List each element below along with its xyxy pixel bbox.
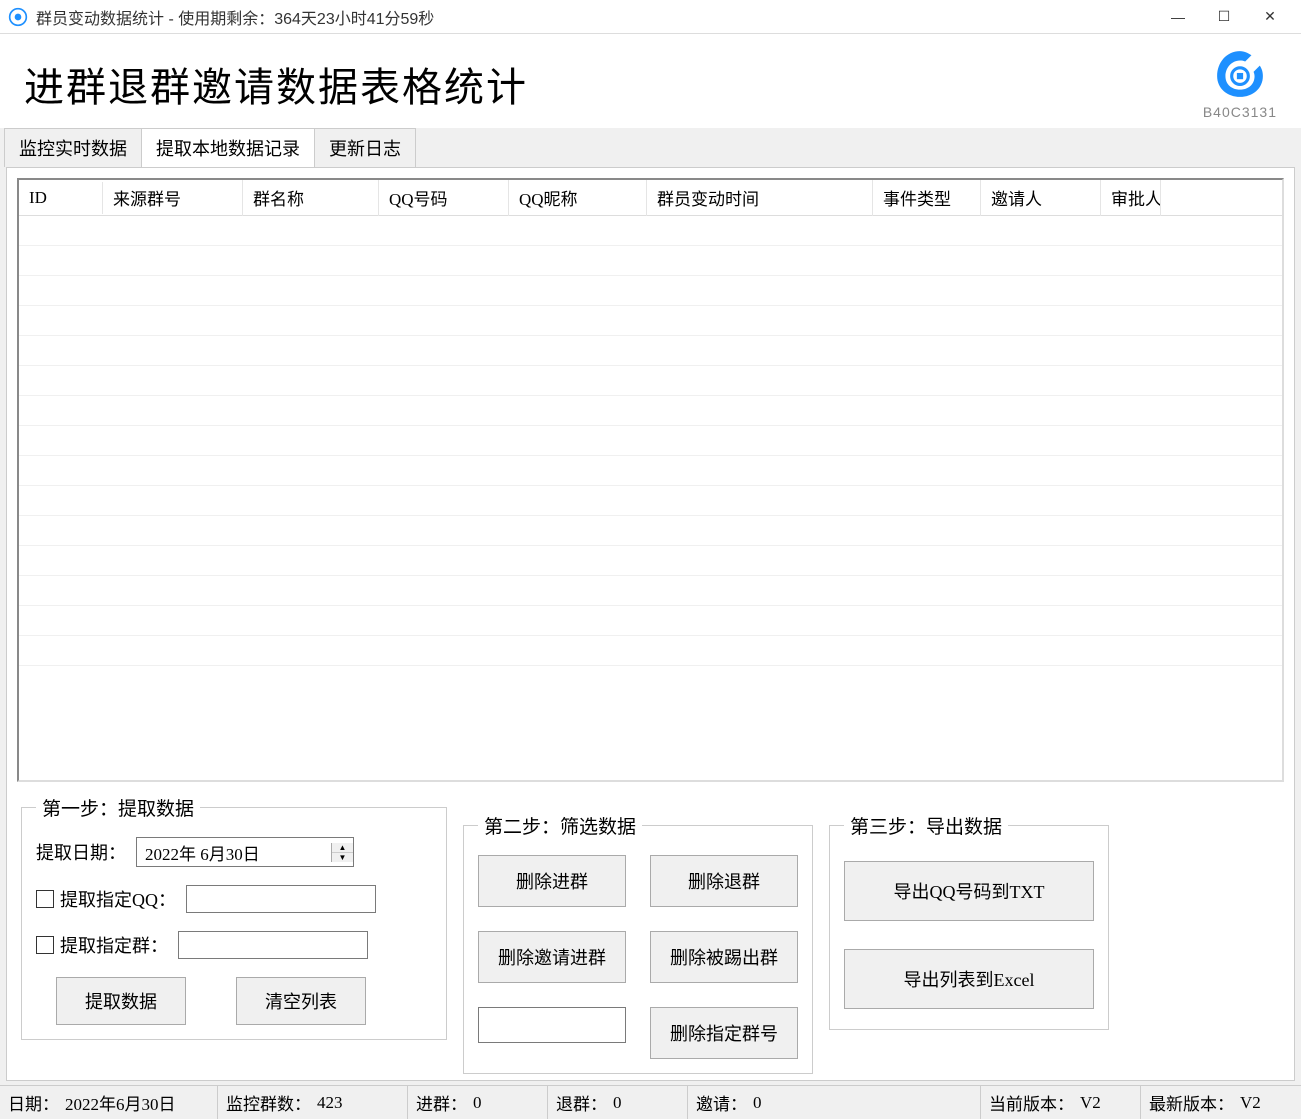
header: 进群退群邀请数据表格统计 B40C3131 xyxy=(0,34,1301,128)
step2-legend: 第二步：筛选数据 xyxy=(478,812,642,839)
status-join-label: 进群： xyxy=(416,1090,467,1115)
group-input[interactable] xyxy=(178,931,368,959)
status-join-value: 0 xyxy=(473,1093,482,1113)
window-title: 群员变动数据统计 - 使用期剩余：364天23小时41分59秒 xyxy=(36,5,1155,29)
table-row xyxy=(19,576,1282,606)
step3-panel: 第三步：导出数据 导出QQ号码到TXT 导出列表到Excel xyxy=(829,812,1109,1030)
brand-icon xyxy=(1214,48,1266,100)
table-row xyxy=(19,606,1282,636)
extract-button[interactable]: 提取数据 xyxy=(56,977,186,1025)
date-spin-down-icon[interactable]: ▼ xyxy=(332,853,353,862)
status-leave-label: 退群： xyxy=(556,1090,607,1115)
status-date-label: 日期： xyxy=(8,1090,59,1115)
table-column-header[interactable]: 事件类型 xyxy=(873,179,981,216)
step1-legend: 第一步：提取数据 xyxy=(36,794,200,821)
table-row xyxy=(19,636,1282,666)
table-row xyxy=(19,306,1282,336)
tab-local-records[interactable]: 提取本地数据记录 xyxy=(141,128,315,167)
step3-legend: 第三步：导出数据 xyxy=(844,812,1008,839)
table-row xyxy=(19,546,1282,576)
qq-input[interactable] xyxy=(186,885,376,913)
delete-group-button[interactable]: 删除指定群号 xyxy=(650,1007,798,1059)
table-column-header[interactable]: 邀请人 xyxy=(981,179,1101,216)
table-row xyxy=(19,246,1282,276)
maximize-button[interactable]: ☐ xyxy=(1201,2,1247,32)
table-row xyxy=(19,516,1282,546)
status-newver-label: 最新版本： xyxy=(1149,1090,1234,1115)
table-row xyxy=(19,336,1282,366)
delete-join-button[interactable]: 删除进群 xyxy=(478,855,626,907)
tab-realtime[interactable]: 监控实时数据 xyxy=(4,128,142,167)
close-button[interactable]: ✕ xyxy=(1247,2,1293,32)
checkbox-group-label: 提取指定群： xyxy=(60,932,168,958)
status-date-value: 2022年6月30日 xyxy=(65,1090,176,1115)
delete-leave-button[interactable]: 删除退群 xyxy=(650,855,798,907)
checkbox-group[interactable]: 提取指定群： xyxy=(36,932,168,958)
status-leave-value: 0 xyxy=(613,1093,622,1113)
table-row xyxy=(19,216,1282,246)
app-icon xyxy=(8,7,28,27)
brand-code: B40C3131 xyxy=(1203,104,1277,120)
table-column-header[interactable]: QQ昵称 xyxy=(509,179,647,216)
brand: B40C3131 xyxy=(1203,48,1277,120)
date-value: 2022年 6月30日 xyxy=(137,840,331,865)
checkbox-box-icon xyxy=(36,890,54,908)
table-row xyxy=(19,456,1282,486)
status-newver-value: V2 xyxy=(1240,1093,1261,1113)
delete-invite-button[interactable]: 删除邀请进群 xyxy=(478,931,626,983)
tabs: 监控实时数据 提取本地数据记录 更新日志 xyxy=(0,128,1301,167)
table-header: ID来源群号群名称QQ号码QQ昵称群员变动时间事件类型邀请人审批人 xyxy=(19,180,1282,216)
status-invite-value: 0 xyxy=(753,1093,762,1113)
tab-changelog[interactable]: 更新日志 xyxy=(314,128,416,167)
table-column-header[interactable]: 群名称 xyxy=(243,179,379,216)
status-invite-label: 邀请： xyxy=(696,1090,747,1115)
status-monitor-value: 423 xyxy=(317,1093,343,1113)
step1-panel: 第一步：提取数据 提取日期： 2022年 6月30日 ▲ ▼ 提取指定QQ： xyxy=(21,794,447,1040)
group-number-input[interactable] xyxy=(478,1007,626,1043)
clear-list-button[interactable]: 清空列表 xyxy=(236,977,366,1025)
date-spin-up-icon[interactable]: ▲ xyxy=(332,843,353,853)
delete-kicked-button[interactable]: 删除被踢出群 xyxy=(650,931,798,983)
data-table: ID来源群号群名称QQ号码QQ昵称群员变动时间事件类型邀请人审批人 xyxy=(17,178,1284,782)
minimize-button[interactable]: — xyxy=(1155,2,1201,32)
status-monitor-label: 监控群数： xyxy=(226,1090,311,1115)
export-excel-button[interactable]: 导出列表到Excel xyxy=(844,949,1094,1009)
export-txt-button[interactable]: 导出QQ号码到TXT xyxy=(844,861,1094,921)
table-column-header[interactable]: 来源群号 xyxy=(103,179,243,216)
table-row xyxy=(19,396,1282,426)
content: ID来源群号群名称QQ号码QQ昵称群员变动时间事件类型邀请人审批人 第一步：提取… xyxy=(6,167,1295,1081)
titlebar: 群员变动数据统计 - 使用期剩余：364天23小时41分59秒 — ☐ ✕ xyxy=(0,0,1301,34)
date-input[interactable]: 2022年 6月30日 ▲ ▼ xyxy=(136,837,354,867)
table-column-header[interactable]: ID xyxy=(19,182,103,214)
status-curver-label: 当前版本： xyxy=(989,1090,1074,1115)
horizontal-scrollbar[interactable] xyxy=(19,760,1282,780)
status-curver-value: V2 xyxy=(1080,1093,1101,1113)
table-row xyxy=(19,276,1282,306)
step2-panel: 第二步：筛选数据 删除进群 删除退群 删除邀请进群 删除被踢出群 删除指定群号 xyxy=(463,812,813,1074)
table-column-header[interactable]: QQ号码 xyxy=(379,179,509,216)
table-column-header[interactable]: 审批人 xyxy=(1101,179,1161,216)
checkbox-qq[interactable]: 提取指定QQ： xyxy=(36,886,176,912)
table-row xyxy=(19,426,1282,456)
table-row xyxy=(19,366,1282,396)
page-slogan: 进群退群邀请数据表格统计 xyxy=(24,55,1203,113)
table-row xyxy=(19,486,1282,516)
status-bar: 日期： 2022年6月30日 监控群数： 423 进群： 0 退群： 0 邀请：… xyxy=(0,1085,1301,1119)
checkbox-box-icon xyxy=(36,936,54,954)
date-label: 提取日期： xyxy=(36,839,126,865)
checkbox-qq-label: 提取指定QQ： xyxy=(60,886,176,912)
table-column-header[interactable]: 群员变动时间 xyxy=(647,179,873,216)
table-body xyxy=(19,216,1282,760)
